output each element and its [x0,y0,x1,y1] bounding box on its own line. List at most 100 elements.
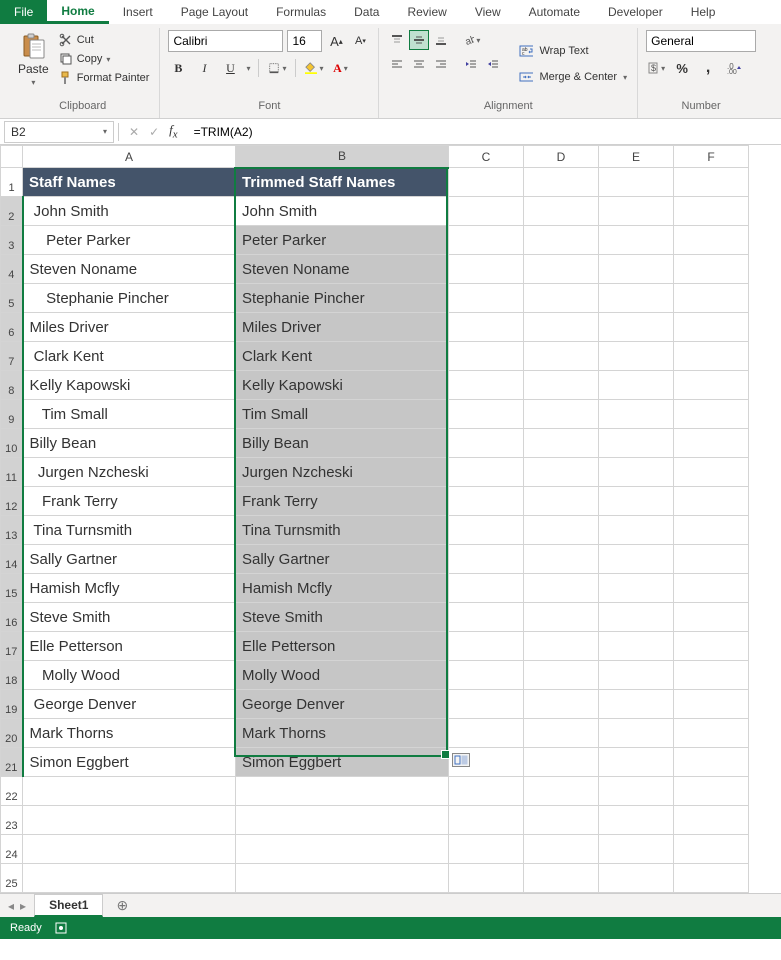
cell-E21[interactable] [599,748,674,777]
wrap-text-button[interactable]: abc Wrap Text [517,42,629,60]
font-color-button[interactable]: A [330,58,350,78]
cell-F15[interactable] [674,574,749,603]
cell-F11[interactable] [674,458,749,487]
tab-help[interactable]: Help [677,0,730,24]
cell-A25[interactable] [23,864,236,893]
cell-B7[interactable]: Clark Kent [236,342,449,371]
cell-C16[interactable] [449,603,524,632]
autofill-options-icon[interactable] [452,753,470,767]
cell-B23[interactable] [236,806,449,835]
cell-B10[interactable]: Billy Bean [236,429,449,458]
decrease-font-icon[interactable]: A▾ [350,31,370,51]
fx-icon[interactable]: fx [169,122,177,141]
cell-E25[interactable] [599,864,674,893]
cell-D24[interactable] [524,835,599,864]
cell-C4[interactable] [449,255,524,284]
row-header-6[interactable]: 6 [1,313,23,342]
sheet-next-icon[interactable]: ▸ [20,899,26,913]
cell-C10[interactable] [449,429,524,458]
cell-E14[interactable] [599,545,674,574]
cell-D20[interactable] [524,719,599,748]
cell-E2[interactable] [599,197,674,226]
row-header-21[interactable]: 21 [1,748,23,777]
format-painter-button[interactable]: Format Painter [57,70,152,86]
cell-A13[interactable]: Tina Turnsmith [23,516,236,545]
cancel-formula-icon[interactable]: ✕ [129,125,139,139]
cell-F10[interactable] [674,429,749,458]
cell-F3[interactable] [674,226,749,255]
cell-D17[interactable] [524,632,599,661]
cell-C24[interactable] [449,835,524,864]
borders-button[interactable] [267,58,287,78]
cell-D5[interactable] [524,284,599,313]
cell-B12[interactable]: Frank Terry [236,487,449,516]
cell-C7[interactable] [449,342,524,371]
cell-C18[interactable] [449,661,524,690]
cell-A22[interactable] [23,777,236,806]
cell-B8[interactable]: Kelly Kapowski [236,371,449,400]
row-header-15[interactable]: 15 [1,574,23,603]
cell-A18[interactable]: Molly Wood [23,661,236,690]
cell-B22[interactable] [236,777,449,806]
row-header-25[interactable]: 25 [1,864,23,893]
cell-D12[interactable] [524,487,599,516]
cell-F4[interactable] [674,255,749,284]
cell-F13[interactable] [674,516,749,545]
merge-center-button[interactable]: Merge & Center ▾ [517,68,629,86]
macro-record-icon[interactable] [54,921,68,935]
cell-A20[interactable]: Mark Thorns [23,719,236,748]
orientation-button[interactable]: ab [461,30,481,50]
cell-F24[interactable] [674,835,749,864]
underline-button[interactable]: U [220,58,240,78]
cell-E5[interactable] [599,284,674,313]
column-header-D[interactable]: D [524,146,599,168]
align-left-button[interactable] [387,54,407,74]
cell-C23[interactable] [449,806,524,835]
row-header-4[interactable]: 4 [1,255,23,284]
cell-B16[interactable]: Steve Smith [236,603,449,632]
cell-E22[interactable] [599,777,674,806]
cell-F9[interactable] [674,400,749,429]
cell-B1[interactable]: Trimmed Staff Names [236,168,449,197]
tab-file[interactable]: File [0,0,47,24]
increase-decimal-button[interactable]: .0.00 [724,58,744,78]
font-size-input[interactable] [287,30,322,52]
cell-B20[interactable]: Mark Thorns [236,719,449,748]
row-header-2[interactable]: 2 [1,197,23,226]
cell-D10[interactable] [524,429,599,458]
align-middle-button[interactable] [409,30,429,50]
align-bottom-button[interactable] [431,30,451,50]
cell-D8[interactable] [524,371,599,400]
cell-C5[interactable] [449,284,524,313]
cell-B14[interactable]: Sally Gartner [236,545,449,574]
cell-C20[interactable] [449,719,524,748]
tab-developer[interactable]: Developer [594,0,677,24]
row-header-17[interactable]: 17 [1,632,23,661]
cell-A19[interactable]: George Denver [23,690,236,719]
row-header-13[interactable]: 13 [1,516,23,545]
row-header-5[interactable]: 5 [1,284,23,313]
cell-D6[interactable] [524,313,599,342]
row-header-23[interactable]: 23 [1,806,23,835]
tab-automate[interactable]: Automate [515,0,594,24]
add-sheet-button[interactable]: ⊕ [111,895,133,917]
tab-data[interactable]: Data [340,0,393,24]
cell-F20[interactable] [674,719,749,748]
cell-C17[interactable] [449,632,524,661]
cell-D2[interactable] [524,197,599,226]
cell-A17[interactable]: Elle Petterson [23,632,236,661]
row-header-1[interactable]: 1 [1,168,23,197]
select-all-corner[interactable] [1,146,23,168]
cell-B11[interactable]: Jurgen Nzcheski [236,458,449,487]
cell-B13[interactable]: Tina Turnsmith [236,516,449,545]
cell-E15[interactable] [599,574,674,603]
cell-B4[interactable]: Steven Noname [236,255,449,284]
paste-button[interactable]: Paste ▾ [14,30,53,98]
column-header-E[interactable]: E [599,146,674,168]
cell-B17[interactable]: Elle Petterson [236,632,449,661]
cell-D1[interactable] [524,168,599,197]
cell-F12[interactable] [674,487,749,516]
cell-F23[interactable] [674,806,749,835]
cell-D25[interactable] [524,864,599,893]
cell-C8[interactable] [449,371,524,400]
